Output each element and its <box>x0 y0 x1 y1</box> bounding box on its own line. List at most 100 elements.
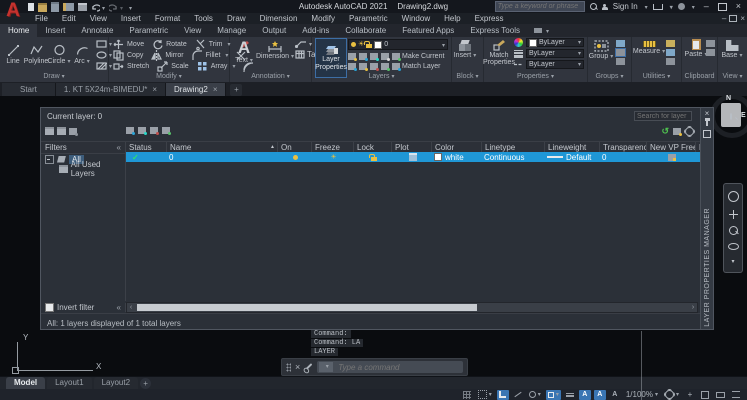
layer-selector-dropdown[interactable]: ☀ 0 <box>348 39 448 50</box>
annotation-autoscale-toggle[interactable] <box>594 390 606 400</box>
menu-item-view[interactable]: View <box>83 13 114 24</box>
command-customize-wrench-icon[interactable] <box>305 363 313 371</box>
viewcube-east-label[interactable]: E <box>741 112 746 119</box>
layer-search-input[interactable] <box>635 113 730 120</box>
mirror-tool[interactable]: Mirror <box>151 50 183 61</box>
collapse-filters-icon[interactable] <box>117 143 121 152</box>
draw-panel-label[interactable]: Draw <box>0 72 108 82</box>
command-recent-icon[interactable] <box>319 362 333 372</box>
layer-on-tool[interactable] <box>348 63 356 70</box>
annotation-panel-label[interactable]: Annotation <box>230 72 311 82</box>
layer-lock-icon[interactable] <box>371 157 377 161</box>
layout-tab-layout2[interactable]: Layout2 <box>94 377 138 389</box>
pan-icon[interactable] <box>729 210 738 219</box>
search-icon[interactable] <box>590 3 597 10</box>
ribbon-tab-manage[interactable]: Manage <box>209 24 254 37</box>
menu-item-draw[interactable]: Draw <box>220 13 253 24</box>
ribbon-tab-express-tools[interactable]: Express Tools <box>462 24 528 37</box>
circle-tool[interactable]: Circle <box>48 44 70 65</box>
layer-color-swatch[interactable] <box>434 153 442 161</box>
layer-off-tool[interactable] <box>348 53 356 60</box>
lineweight-display-toggle[interactable] <box>564 390 576 400</box>
keyword-search-box[interactable] <box>495 1 585 12</box>
layer-unlock-tool[interactable] <box>370 63 378 70</box>
file-tab-2-close-icon[interactable]: × <box>213 83 218 96</box>
view-panel-label[interactable]: View <box>718 72 747 82</box>
match-layer-button[interactable]: Match Layer <box>392 63 441 70</box>
command-close-icon[interactable]: × <box>295 362 300 372</box>
polyline-tool[interactable]: Polyline <box>25 44 47 65</box>
new-group-filter-icon[interactable] <box>57 127 66 135</box>
layer-color-cell[interactable]: white <box>445 153 464 162</box>
close-button[interactable]: × <box>732 0 745 13</box>
file-tab-1[interactable]: 1. KT 5X24m-BIMEDU* × <box>56 83 166 96</box>
viewcube-north-label[interactable]: N <box>726 95 731 102</box>
menu-item-file[interactable]: File <box>28 13 55 24</box>
clipboard-panel-label[interactable]: Clipboard <box>682 72 717 82</box>
stretch-tool[interactable]: Stretch <box>113 61 149 72</box>
graphics-performance-toggle[interactable] <box>714 390 727 400</box>
new-drawing-tab-button[interactable]: + <box>230 84 242 96</box>
file-tab-drawing2[interactable]: Drawing2 × <box>166 83 226 96</box>
ribbon-tab-featured-apps[interactable]: Featured Apps <box>394 24 462 37</box>
ribbon-tab-addins[interactable]: Add-ins <box>294 24 337 37</box>
navbar-more-caret-icon[interactable]: ▾ <box>731 258 734 265</box>
menu-item-edit[interactable]: Edit <box>55 13 83 24</box>
help-caret-icon[interactable] <box>690 2 695 11</box>
layer-walk-tool[interactable] <box>381 63 389 70</box>
doc-close-button[interactable]: × <box>740 13 745 24</box>
horizontal-scrollbar[interactable]: ‹ › <box>126 302 698 313</box>
group-selection-icon[interactable] <box>616 58 625 65</box>
menu-item-format[interactable]: Format <box>148 13 187 24</box>
quick-select-icon[interactable] <box>666 40 675 47</box>
move-tool[interactable]: Move <box>113 39 144 50</box>
new-layer-vp-frozen-icon[interactable] <box>138 127 146 134</box>
quick-calc-icon[interactable] <box>666 49 675 56</box>
keyword-search-input[interactable] <box>496 3 584 10</box>
palette-properties-icon[interactable] <box>703 130 711 138</box>
restore-button[interactable] <box>718 3 727 11</box>
navigation-wheel-icon[interactable] <box>728 191 739 202</box>
layer-lineweight-cell[interactable]: Default <box>566 153 591 162</box>
arc-tool[interactable]: Arc <box>71 44 93 65</box>
layer-settings-icon[interactable] <box>673 128 681 135</box>
paste-button[interactable]: Paste <box>685 39 707 58</box>
doc-minimize-button[interactable]: – <box>722 13 726 24</box>
trim-tool[interactable]: Trim <box>195 39 231 50</box>
new-layer-icon[interactable] <box>126 127 134 134</box>
match-properties-button[interactable]: Match Properties <box>486 39 512 66</box>
sign-in-caret-icon[interactable] <box>643 2 648 11</box>
measure-tool[interactable]: Measure <box>635 41 663 55</box>
refresh-icon[interactable]: ↺ <box>661 127 669 136</box>
ortho-mode-toggle[interactable] <box>497 390 509 400</box>
clean-screen-toggle[interactable] <box>730 390 742 400</box>
delete-layer-icon[interactable] <box>150 127 158 134</box>
isodraft-toggle[interactable] <box>527 390 543 400</box>
scroll-left-icon[interactable]: ‹ <box>127 304 135 311</box>
utilities-panel-label[interactable]: Utilities <box>632 72 681 82</box>
layer-plot-icon[interactable] <box>409 153 417 161</box>
block-panel-label[interactable]: Block <box>452 72 483 82</box>
menu-item-modify[interactable]: Modify <box>304 13 342 24</box>
command-drag-handle[interactable] <box>286 363 291 372</box>
layer-lock-tool[interactable] <box>381 53 389 60</box>
group-edit-icon[interactable] <box>616 49 625 56</box>
ribbon-tab-home[interactable]: Home <box>0 24 37 37</box>
fillet-tool[interactable]: Fillet <box>192 50 229 61</box>
layers-panel-label[interactable]: Layers <box>312 72 451 82</box>
zoom-icon[interactable] <box>729 226 738 235</box>
help-icon[interactable] <box>678 3 685 10</box>
linetype-dropdown[interactable]: ByLayer <box>526 60 584 69</box>
snap-mode-toggle[interactable] <box>476 390 494 400</box>
sign-in-avatar-icon[interactable] <box>602 4 608 10</box>
invert-filter-checkbox[interactable] <box>45 303 54 312</box>
layer-row-0[interactable]: ✓ 0 ☀ white Continuous Default 0 <box>126 152 700 162</box>
layer-on-bulb-icon[interactable] <box>293 155 298 160</box>
dimension-tool[interactable]: Dimension <box>259 39 291 60</box>
layer-thaw-tool[interactable] <box>359 63 367 70</box>
menu-item-dimension[interactable]: Dimension <box>253 13 305 24</box>
palette-close-icon[interactable]: × <box>705 110 710 118</box>
layer-name-cell[interactable]: 0 <box>166 153 277 162</box>
layer-states-manager-icon[interactable] <box>69 128 77 135</box>
object-snap-toggle[interactable] <box>546 390 561 400</box>
